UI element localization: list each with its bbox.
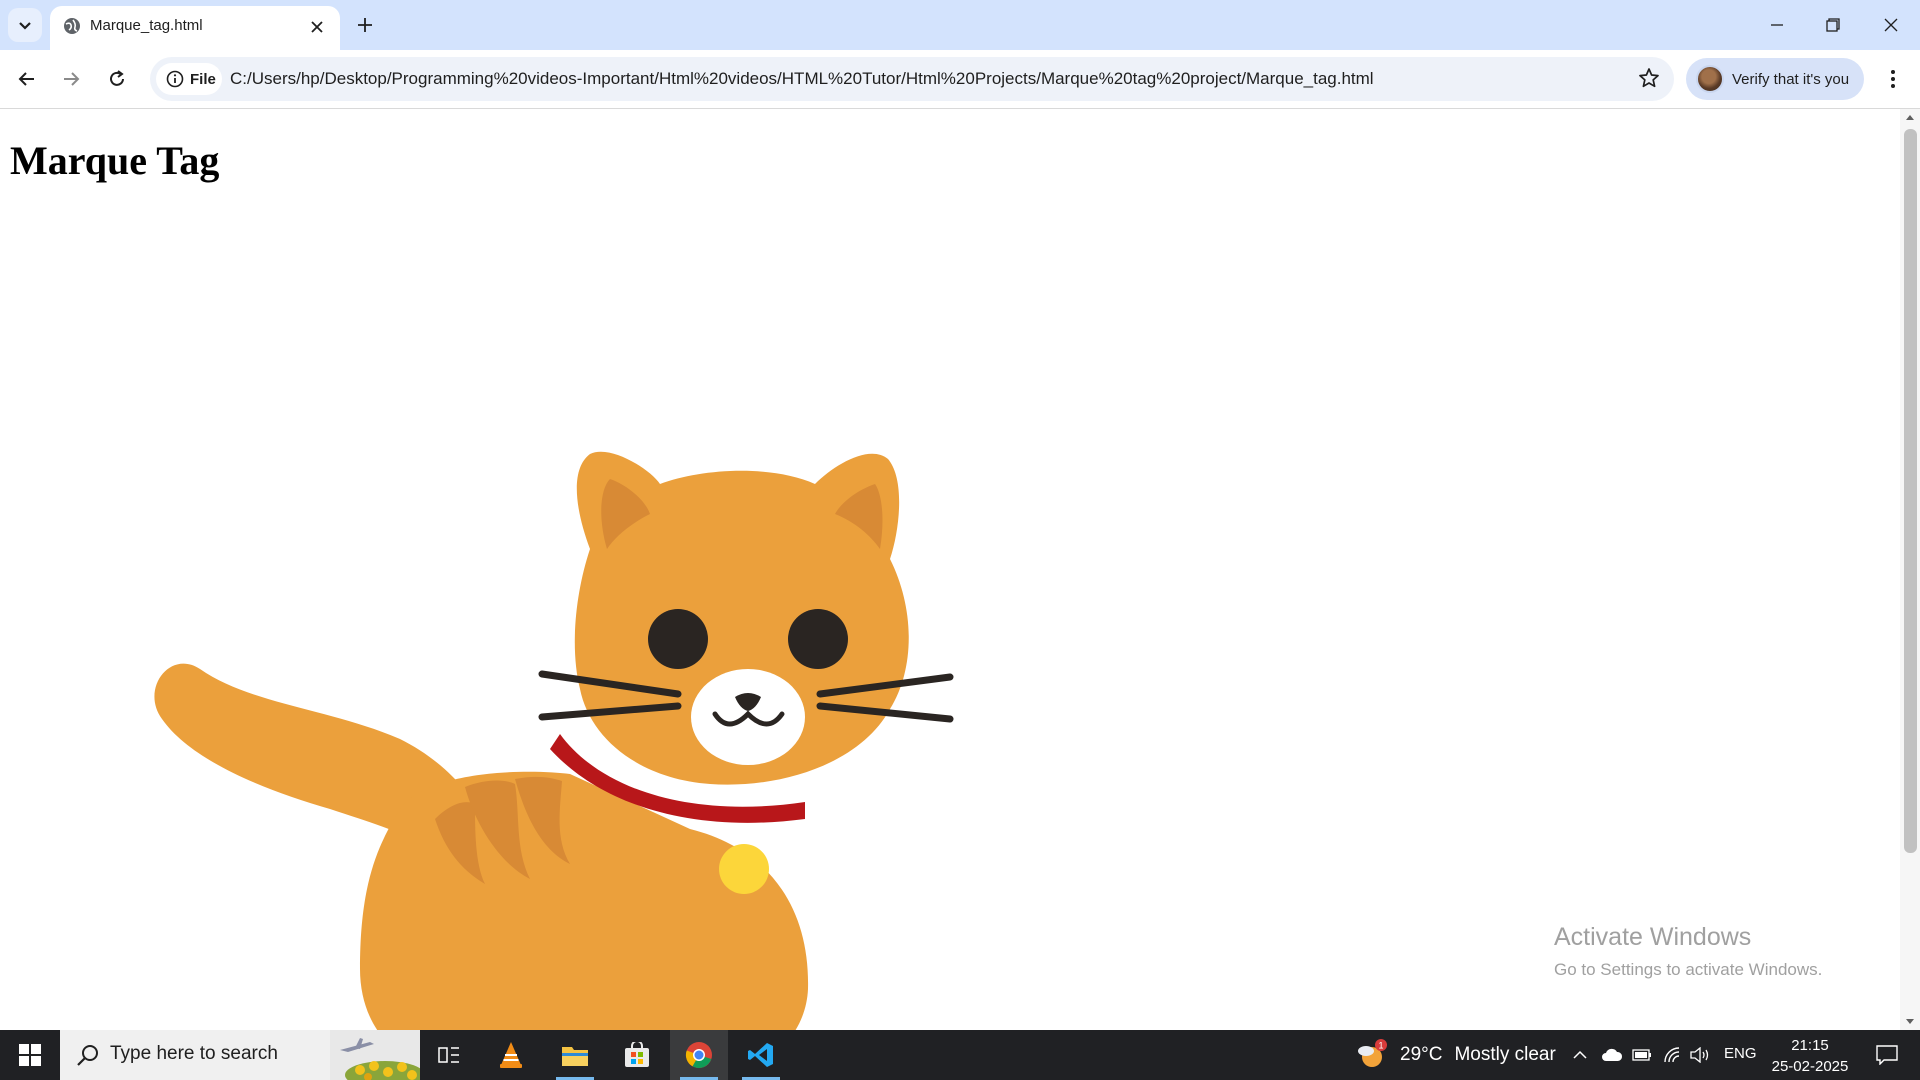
url-text[interactable]: C:/Users/hp/Desktop/Programming%20videos… <box>230 69 1374 89</box>
clock-date: 25-02-2025 <box>1771 1058 1849 1075</box>
globe-icon <box>64 18 80 34</box>
battery-icon <box>1632 1049 1651 1061</box>
vlc-icon <box>500 1042 522 1068</box>
notifications-button[interactable] <box>1862 1030 1912 1080</box>
vertical-scrollbar[interactable] <box>1900 109 1920 1030</box>
tab-search-button[interactable] <box>8 8 42 42</box>
clock[interactable]: 21:15 25-02-2025 <box>1762 1035 1858 1077</box>
avatar <box>1696 65 1724 93</box>
minimize-button[interactable] <box>1762 10 1792 40</box>
page-heading: Marque Tag <box>10 138 220 183</box>
address-bar[interactable]: File C:/Users/hp/Desktop/Programming%20v… <box>150 57 1674 101</box>
star-icon[interactable] <box>1638 67 1660 89</box>
site-info-chip[interactable]: File <box>156 63 222 95</box>
cat-icon <box>154 451 954 1030</box>
activate-windows-subtitle: Go to Settings to activate Windows. <box>1554 960 1823 979</box>
task-view-button[interactable] <box>420 1030 478 1080</box>
taskbar: Type here to search 1 29°C Mostly clear … <box>0 1030 1920 1080</box>
minimize-icon <box>1771 24 1783 26</box>
new-tab-button[interactable] <box>352 12 378 38</box>
vlc-button[interactable] <box>482 1030 540 1080</box>
speaker-icon <box>1690 1047 1709 1063</box>
search-highlight-icon <box>330 1030 420 1080</box>
weather-condition: Mostly clear <box>1454 1044 1556 1065</box>
back-button[interactable] <box>12 64 42 94</box>
close-icon <box>1884 18 1898 32</box>
activate-windows-title: Activate Windows <box>1554 923 1752 951</box>
file-explorer-button[interactable] <box>546 1030 604 1080</box>
browser-toolbar: File C:/Users/hp/Desktop/Programming%20v… <box>0 50 1920 109</box>
close-icon <box>311 21 323 33</box>
reload-button[interactable] <box>102 64 132 94</box>
windows-logo-icon <box>19 1044 41 1066</box>
onedrive-button[interactable] <box>1598 1030 1626 1080</box>
plus-icon <box>358 18 372 32</box>
clock-time: 21:15 <box>1791 1037 1829 1054</box>
weather-moon-cloud-icon: 1 <box>1358 1039 1387 1067</box>
reload-icon <box>110 70 124 86</box>
arrow-left-icon <box>18 72 34 86</box>
weather-badge: 1 <box>1378 1041 1383 1051</box>
tab-close-button[interactable] <box>306 16 328 38</box>
verify-profile-button[interactable]: Verify that it's you <box>1686 58 1864 100</box>
task-view-icon <box>438 1047 459 1063</box>
activate-windows-watermark: Activate Windows Go to Settings to activ… <box>1554 923 1822 980</box>
restore-button[interactable] <box>1818 10 1848 40</box>
forward-button[interactable] <box>56 64 86 94</box>
arrow-right-icon <box>64 72 80 86</box>
weather-widget[interactable]: 1 29°C Mostly clear <box>1356 1030 1556 1080</box>
scroll-up-arrow-icon[interactable] <box>1905 113 1915 121</box>
scrollbar-thumb[interactable] <box>1904 129 1917 853</box>
cloud-icon <box>1602 1048 1623 1061</box>
tab-strip: Marque_tag.html <box>0 0 1920 50</box>
page-content: Marque Tag Activate Windows Go to Settin… <box>0 109 1900 1030</box>
network-button[interactable] <box>1658 1030 1686 1080</box>
notification-icon <box>1876 1045 1898 1065</box>
chrome-button[interactable] <box>670 1030 728 1080</box>
chrome-icon <box>685 1042 712 1069</box>
vscode-icon <box>748 1043 773 1067</box>
more-vertical-icon <box>1891 70 1895 88</box>
battery-button[interactable] <box>1628 1030 1656 1080</box>
show-hidden-icons-button[interactable] <box>1568 1030 1592 1080</box>
volume-button[interactable] <box>1686 1030 1714 1080</box>
site-info-label: File <box>190 70 216 88</box>
scroll-down-arrow-icon[interactable] <box>1905 1018 1915 1026</box>
restore-icon <box>1826 18 1840 32</box>
taskbar-search[interactable]: Type here to search <box>60 1030 420 1080</box>
search-icon <box>77 1045 98 1066</box>
verify-label: Verify that it's you <box>1732 70 1850 88</box>
browser-menu-button[interactable] <box>1878 64 1908 94</box>
input-language[interactable]: ENG <box>1724 1045 1757 1062</box>
chevron-down-icon <box>19 22 31 30</box>
tab-title: Marque_tag.html <box>90 17 203 34</box>
microsoft-store-button[interactable] <box>608 1030 666 1080</box>
start-button[interactable] <box>0 1030 60 1080</box>
chevron-up-icon <box>1573 1050 1587 1059</box>
vscode-button[interactable] <box>732 1030 790 1080</box>
weather-temperature: 29°C <box>1400 1044 1443 1065</box>
info-icon <box>166 70 184 88</box>
tab-active[interactable]: Marque_tag.html <box>50 6 340 50</box>
close-window-button[interactable] <box>1876 10 1906 40</box>
wifi-icon <box>1664 1047 1680 1063</box>
search-placeholder: Type here to search <box>110 1043 278 1064</box>
microsoft-store-icon <box>625 1042 649 1067</box>
file-explorer-icon <box>562 1047 588 1066</box>
